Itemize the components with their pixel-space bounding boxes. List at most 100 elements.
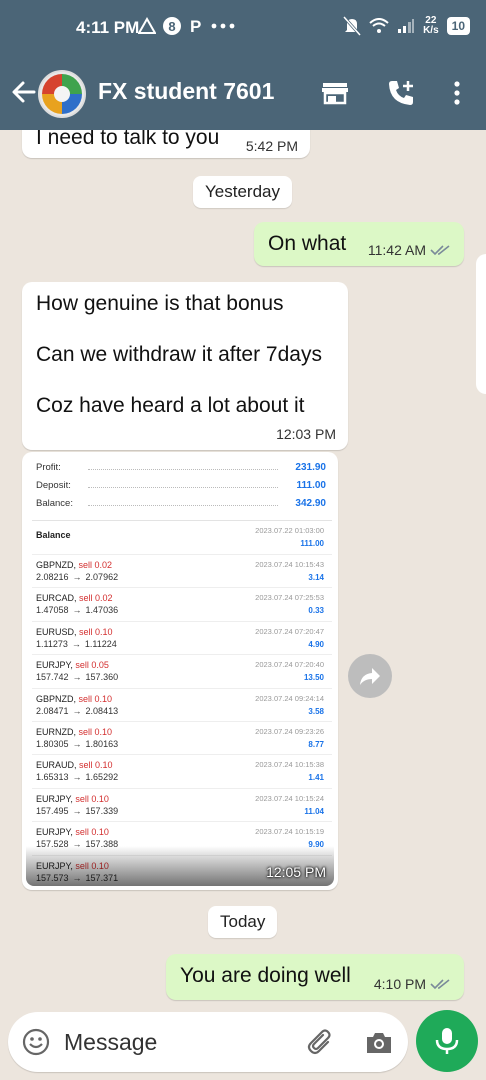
forward-button[interactable] — [348, 654, 392, 698]
message-outgoing[interactable]: On what 11:42 AM — [254, 222, 464, 266]
battery-icon: 10 — [446, 17, 470, 35]
trade-datetime: 2023.07.24 10:15:24 — [255, 793, 324, 803]
trade-prices: 1.47058 → 1.47036 — [36, 605, 118, 615]
svg-text:8: 8 — [168, 19, 175, 34]
message-incoming[interactable]: How genuine is that bonus Can we withdra… — [22, 282, 348, 450]
trade-profit: 3.14 — [308, 573, 324, 582]
contact-name[interactable]: FX student 7601 — [98, 78, 274, 105]
trade-side: sell 0.05 — [75, 660, 109, 671]
price-separator: → — [71, 638, 81, 649]
trade-symbol: EURAUD, sell 0.10 — [36, 760, 113, 770]
trade-symbol: GBPNZD, sell 0.02 — [36, 560, 112, 570]
message-composer — [8, 1012, 408, 1072]
price-separator: → — [72, 572, 82, 582]
trade-open-price: 1.11273 — [36, 638, 68, 649]
trade-side: sell 0.02 — [78, 560, 113, 570]
top-app-bar: 4:11 PM 8 P 22 K/s 10 FX student 7601 — [0, 0, 486, 130]
trade-symbol-text: EURNZD, — [36, 727, 76, 737]
summary-value: 342.90 — [295, 498, 326, 509]
trade-profit: 11.04 — [304, 806, 324, 816]
trade-row: EURNZD, sell 0.10 1.80305 → 1.80163 2023.07.… — [32, 721, 332, 754]
trade-profit: 4.90 — [308, 639, 324, 649]
summary-value: 231.90 — [295, 462, 326, 473]
net-speed-unit: K/s — [423, 25, 439, 36]
back-arrow-icon[interactable] — [8, 76, 40, 108]
trade-symbol: EURCAD, sell 0.02 — [36, 593, 113, 603]
trade-datetime: 2023.07.24 10:15:43 — [255, 560, 324, 569]
mic-button[interactable] — [416, 1010, 478, 1072]
trade-symbol-text: EURAUD, — [36, 760, 77, 771]
trade-profit: 3.58 — [308, 706, 324, 716]
trade-side: sell 0.10 — [78, 693, 113, 704]
bell-off-icon — [343, 16, 362, 36]
trade-side: sell 0.02 — [79, 593, 113, 604]
trade-datetime: 2023.07.24 09:24:14 — [255, 693, 324, 703]
trade-open-price: 157.495 — [36, 805, 69, 816]
message-text: You are doing well — [180, 964, 351, 987]
message-outgoing[interactable]: You are doing well 4:10 PM — [166, 954, 464, 1000]
more-vert-icon[interactable] — [442, 78, 472, 108]
balance-amount: 111.00 — [300, 539, 324, 548]
message-line: How genuine is that bonus — [36, 292, 284, 315]
trade-symbol-text: EURCAD, — [36, 593, 77, 604]
avatar[interactable] — [38, 70, 86, 118]
summary-label: Balance: — [36, 498, 73, 509]
price-separator: → — [72, 672, 82, 683]
trade-symbol: EURJPY, sell 0.10 — [36, 827, 109, 837]
trade-report-image: Profit: 231.90 Deposit: 111.00 Balance: … — [26, 456, 334, 886]
message-text: On what — [268, 232, 347, 255]
summary-value: 111.00 — [296, 480, 326, 491]
trade-datetime: 2023.07.24 07:25:53 — [255, 593, 324, 603]
message-image[interactable]: Profit: 231.90 Deposit: 111.00 Balance: … — [22, 452, 338, 890]
trade-row: EURJPY, sell 0.05 157.742 → 157.360 2023.07.… — [32, 654, 332, 687]
trade-prices: 157.742 → 157.360 — [36, 672, 118, 682]
emoji-icon[interactable] — [22, 1028, 50, 1056]
status-right-icons: 22 K/s 10 — [343, 16, 470, 36]
balance-label: Balance — [36, 530, 71, 540]
trade-prices: 2.08216 → 2.07962 — [36, 572, 118, 582]
trade-side: sell 0.10 — [75, 827, 109, 838]
trade-open-price: 1.65313 — [36, 772, 69, 783]
message-incoming[interactable]: I need to talk to you 5:42 PM — [22, 130, 310, 158]
signal-icon — [398, 19, 415, 33]
read-ticks-icon — [430, 245, 450, 256]
trade-datetime: 2023.07.24 09:23:26 — [255, 727, 324, 736]
trade-symbol: EURJPY, sell 0.10 — [36, 794, 109, 804]
trade-open-price: 157.742 — [36, 672, 69, 683]
message-line: Coz have heard a lot about it — [36, 394, 305, 417]
trade-prices: 1.11273 → 1.11224 — [36, 639, 117, 649]
trade-symbol: EURNZD, sell 0.10 — [36, 727, 112, 737]
message-time: 4:10 PM — [373, 976, 426, 992]
message-time: 11:42 AM — [367, 242, 426, 258]
trade-profit: 1.41 — [308, 773, 324, 783]
message-line: Can we withdraw it after 7days — [36, 343, 322, 366]
chat-area[interactable]: I need to talk to you 5:42 PM Yesterday … — [0, 130, 486, 1010]
trade-open-price: 2.08471 — [36, 705, 69, 716]
trade-prices: 1.65313 → 1.65292 — [36, 772, 118, 782]
date-divider: Yesterday — [193, 176, 292, 208]
trade-close-price: 1.80163 — [85, 739, 119, 749]
date-divider: Today — [208, 906, 278, 938]
chat-header: FX student 7601 — [0, 56, 486, 130]
attach-icon[interactable] — [306, 1028, 336, 1058]
more-dots-icon — [211, 23, 235, 29]
trade-close-price: 157.360 — [85, 672, 119, 683]
camera-icon[interactable] — [364, 1028, 394, 1058]
message-input[interactable] — [64, 1026, 304, 1058]
trade-symbol-text: EURJPY, — [36, 660, 73, 671]
message-meta: 4:10 PM — [374, 976, 452, 992]
trade-side: sell 0.10 — [79, 760, 113, 771]
price-separator: → — [72, 772, 82, 783]
trade-open-price: 1.47058 — [36, 605, 69, 616]
message-time: 12:05 PM — [266, 864, 326, 880]
summary-row: Deposit: 111.00 — [36, 480, 326, 494]
balance-datetime: 2023.07.22 01:03:00 — [255, 526, 324, 535]
trade-open-price: 1.80305 — [36, 739, 69, 749]
shop-icon[interactable] — [320, 78, 350, 108]
add-call-icon[interactable] — [386, 78, 416, 108]
trade-prices: 1.80305 → 1.80163 — [36, 739, 118, 749]
trade-profit: 0.33 — [308, 606, 324, 616]
scrollbar-handle[interactable] — [476, 254, 486, 394]
trade-symbol-text: EURUSD, — [36, 626, 77, 637]
price-separator: → — [72, 705, 82, 716]
